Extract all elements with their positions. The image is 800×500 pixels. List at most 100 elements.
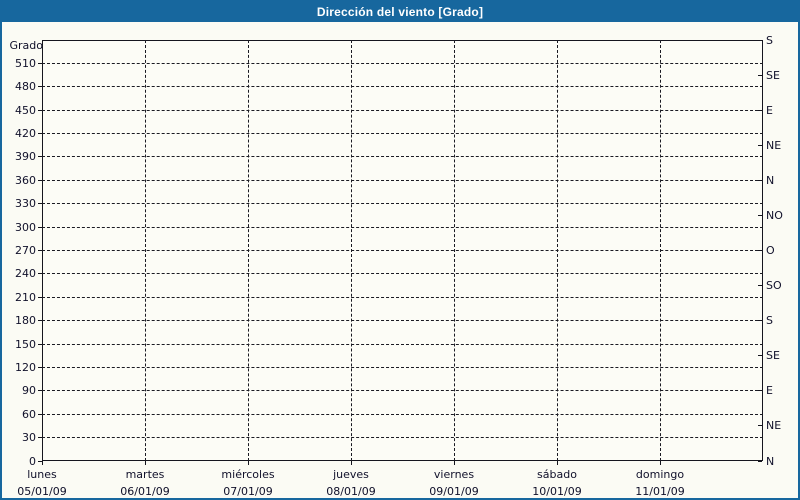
- x-day-label: domingo: [610, 468, 710, 481]
- y-axis-tick-left: [38, 180, 42, 181]
- grid-line-horizontal: [42, 344, 763, 345]
- x-date-label: 05/01/09: [0, 485, 92, 498]
- grid-line-horizontal: [42, 227, 763, 228]
- y-axis-label-left: 450: [2, 104, 36, 117]
- y-axis-label-left: 210: [2, 291, 36, 304]
- grid-line-horizontal: [42, 63, 763, 64]
- grid-line-horizontal: [42, 133, 763, 134]
- x-day-label: viernes: [404, 468, 504, 481]
- y-axis-tick-left: [38, 250, 42, 251]
- y-axis-tick-right: [758, 40, 762, 41]
- grid-line-horizontal: [42, 156, 763, 157]
- y-axis-tick-left: [38, 390, 42, 391]
- x-day-label: sábado: [507, 468, 607, 481]
- y-axis-label-left: 30: [2, 431, 36, 444]
- y-axis-label-left: 240: [2, 267, 36, 280]
- x-axis-tick: [42, 461, 43, 465]
- y-axis-label-right: NO: [766, 209, 796, 222]
- y-axis-label-left: 60: [2, 408, 36, 421]
- y-axis-label-left: 360: [2, 174, 36, 187]
- x-date-label: 11/01/09: [610, 485, 710, 498]
- y-axis-tick-left: [38, 133, 42, 134]
- y-axis-label-left: 390: [2, 150, 36, 163]
- y-axis-tick-right: [758, 390, 762, 391]
- y-axis-label-left: 0: [2, 455, 36, 468]
- y-axis-tick-left: [38, 344, 42, 345]
- y-axis-label-right: S: [766, 314, 796, 327]
- chart-title: Dirección del viento [Grado]: [317, 5, 483, 19]
- y-axis-label-left: 330: [2, 197, 36, 210]
- grid-line-horizontal: [42, 250, 763, 251]
- y-axis-tick-left: [38, 437, 42, 438]
- y-axis-label-right: E: [766, 384, 796, 397]
- y-axis-tick-right: [758, 75, 762, 76]
- y-axis-tick-right: [758, 355, 762, 356]
- y-axis-tick-right: [758, 285, 762, 286]
- grid-line-vertical: [351, 40, 352, 461]
- y-axis-tick-left: [38, 273, 42, 274]
- x-axis-tick: [557, 461, 558, 465]
- grid-line-horizontal: [42, 390, 763, 391]
- y-axis-tick-left: [38, 203, 42, 204]
- y-axis-label-left: 180: [2, 314, 36, 327]
- y-axis-label-right: E: [766, 104, 796, 117]
- y-axis-tick-right: [758, 215, 762, 216]
- x-axis-tick: [660, 461, 661, 465]
- grid-line-horizontal: [42, 320, 763, 321]
- y-axis-label-right: SE: [766, 69, 796, 82]
- x-axis-tick: [145, 461, 146, 465]
- x-day-label: lunes: [0, 468, 92, 481]
- grid-line-vertical: [454, 40, 455, 461]
- grid-line-horizontal: [42, 180, 763, 181]
- y-axis-tick-right: [758, 145, 762, 146]
- y-axis-title: Grado: [2, 39, 43, 52]
- x-axis-tick: [248, 461, 249, 465]
- grid-line-vertical: [557, 40, 558, 461]
- x-axis-tick: [454, 461, 455, 465]
- y-axis-tick-left: [38, 63, 42, 64]
- y-axis-label-right: S: [766, 34, 796, 47]
- grid-line-horizontal: [42, 86, 763, 87]
- x-date-label: 06/01/09: [95, 485, 195, 498]
- y-axis-tick-left: [38, 367, 42, 368]
- chart-area: Grado 0306090120150180210240270300330360…: [2, 22, 798, 498]
- y-axis-label-left: 120: [2, 361, 36, 374]
- y-axis-label-right: O: [766, 244, 796, 257]
- x-date-label: 08/01/09: [301, 485, 401, 498]
- y-axis-tick-right: [758, 180, 762, 181]
- y-axis-label-left: 480: [2, 80, 36, 93]
- y-axis-tick-right: [758, 320, 762, 321]
- y-axis-tick-left: [38, 86, 42, 87]
- grid-line-horizontal: [42, 110, 763, 111]
- grid-line-horizontal: [42, 437, 763, 438]
- grid-line-horizontal: [42, 367, 763, 368]
- x-date-label: 07/01/09: [198, 485, 298, 498]
- y-axis-label-right: NE: [766, 139, 796, 152]
- y-axis-label-left: 510: [2, 57, 36, 70]
- y-axis-tick-left: [38, 297, 42, 298]
- y-axis-label-left: 300: [2, 221, 36, 234]
- grid-line-horizontal: [42, 297, 763, 298]
- y-axis-label-left: 270: [2, 244, 36, 257]
- title-bar: Dirección del viento [Grado]: [2, 2, 798, 22]
- y-axis-label-right: NE: [766, 419, 796, 432]
- x-day-label: miércoles: [198, 468, 298, 481]
- grid-line-vertical: [660, 40, 661, 461]
- y-axis-label-right: N: [766, 455, 796, 468]
- x-axis-tick: [351, 461, 352, 465]
- y-axis-tick-left: [38, 156, 42, 157]
- y-axis-label-right: N: [766, 174, 796, 187]
- y-axis-tick-left: [38, 414, 42, 415]
- y-axis-tick-left: [38, 320, 42, 321]
- grid-line-horizontal: [42, 414, 763, 415]
- grid-line-vertical: [248, 40, 249, 461]
- x-date-label: 09/01/09: [404, 485, 504, 498]
- x-day-label: jueves: [301, 468, 401, 481]
- x-day-label: martes: [95, 468, 195, 481]
- y-axis-label-left: 420: [2, 127, 36, 140]
- y-axis-tick-right: [758, 461, 762, 462]
- y-axis-tick-right: [758, 425, 762, 426]
- grid-line-horizontal: [42, 203, 763, 204]
- y-axis-label-right: SE: [766, 349, 796, 362]
- y-axis-label-left: 150: [2, 338, 36, 351]
